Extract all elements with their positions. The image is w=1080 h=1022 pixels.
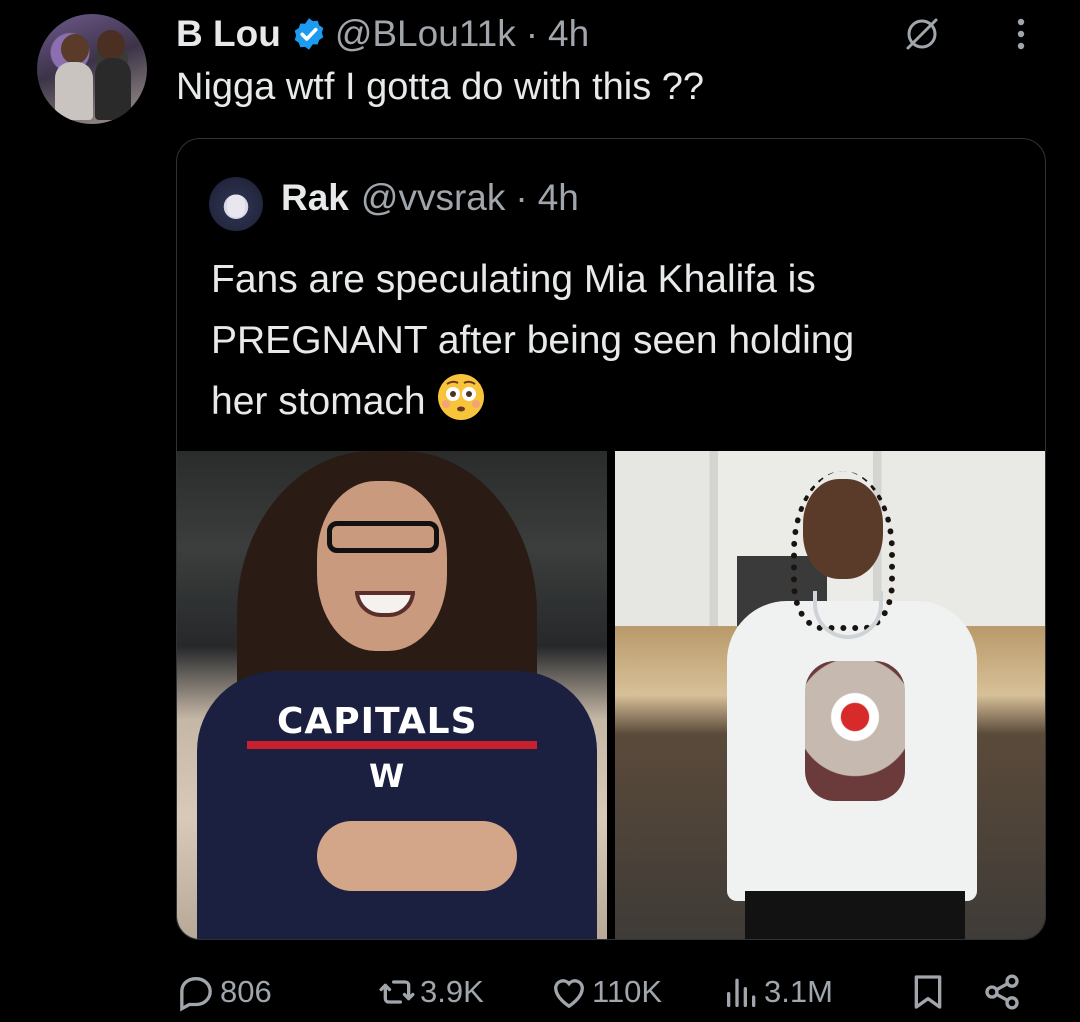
- views-bar-chart-icon: [727, 978, 756, 1007]
- avatar-person-1: [61, 34, 89, 64]
- separator-dot: ·: [525, 13, 539, 54]
- image-shirt-letter: W: [369, 757, 405, 795]
- quoted-author-name[interactable]: Rak: [281, 177, 349, 219]
- image-face: [317, 481, 447, 651]
- quoted-text-line-2: PREGNANT after being seen holding: [211, 319, 855, 362]
- quoted-text-line-3-text: her stomach: [211, 380, 426, 423]
- heart-icon: [553, 979, 585, 1009]
- quoted-avatar-figure: [227, 195, 245, 217]
- quoted-image-right[interactable]: [615, 451, 1045, 939]
- views-button[interactable]: 3.1M: [722, 962, 833, 1022]
- reply-count: 806: [220, 974, 272, 1009]
- tweet-header: B Lou @BLou11k · 4h: [176, 10, 589, 58]
- repost-icon: [379, 980, 415, 1004]
- tweet-text: Nigga wtf I gotta do with this ??: [176, 66, 705, 108]
- tweet-time[interactable]: 4h: [548, 13, 589, 55]
- avatar-body-1: [55, 62, 93, 120]
- like-button[interactable]: 110K: [548, 962, 662, 1022]
- flushed-face-emoji-icon: [437, 374, 484, 420]
- image-hands: [317, 821, 517, 891]
- quoted-text-line-3: her stomach: [211, 371, 1011, 432]
- bookmark-button[interactable]: [908, 962, 948, 1022]
- action-bar: 806 3.9K 110K 3.1M: [176, 962, 1036, 1022]
- repost-button[interactable]: 3.9K: [376, 962, 484, 1022]
- verified-badge-icon: [294, 18, 324, 50]
- quoted-tweet-time[interactable]: 4h: [538, 177, 579, 219]
- share-button[interactable]: [982, 962, 1022, 1022]
- image-shirt-print: [805, 661, 905, 801]
- author-handle[interactable]: @BLou11k: [335, 13, 516, 55]
- like-count: 110K: [592, 974, 663, 1009]
- image-pants: [745, 891, 965, 939]
- quoted-image-left[interactable]: CAPITALS W: [177, 451, 607, 939]
- quoted-author-avatar[interactable]: [209, 177, 263, 231]
- repost-count: 3.9K: [420, 974, 484, 1009]
- quoted-tweet-header: Rak @vvsrak · 4h: [281, 177, 579, 219]
- quoted-tweet-card[interactable]: Rak @vvsrak · 4h Fans are speculating Mi…: [176, 138, 1046, 940]
- views-count: 3.1M: [764, 974, 833, 1009]
- avatar-person-2: [97, 30, 125, 60]
- quoted-tweet-text: Fans are speculating Mia Khalifa is PREG…: [211, 249, 1011, 432]
- reply-button[interactable]: 806: [176, 962, 272, 1022]
- share-icon: [985, 974, 1019, 1010]
- grok-icon[interactable]: [902, 14, 942, 54]
- quoted-separator-dot: ·: [515, 177, 528, 218]
- more-options-icon[interactable]: [1006, 14, 1036, 54]
- avatar-body-2: [95, 58, 131, 120]
- image-shirt-text: CAPITALS: [277, 701, 478, 742]
- author-avatar[interactable]: [37, 14, 147, 124]
- quoted-text-line-1: Fans are speculating Mia Khalifa is: [211, 258, 816, 301]
- reply-icon: [180, 977, 212, 1012]
- image-glasses: [327, 521, 439, 553]
- bookmark-icon: [914, 975, 942, 1009]
- quoted-author-handle[interactable]: @vvsrak: [361, 177, 505, 219]
- author-name[interactable]: B Lou: [176, 13, 281, 55]
